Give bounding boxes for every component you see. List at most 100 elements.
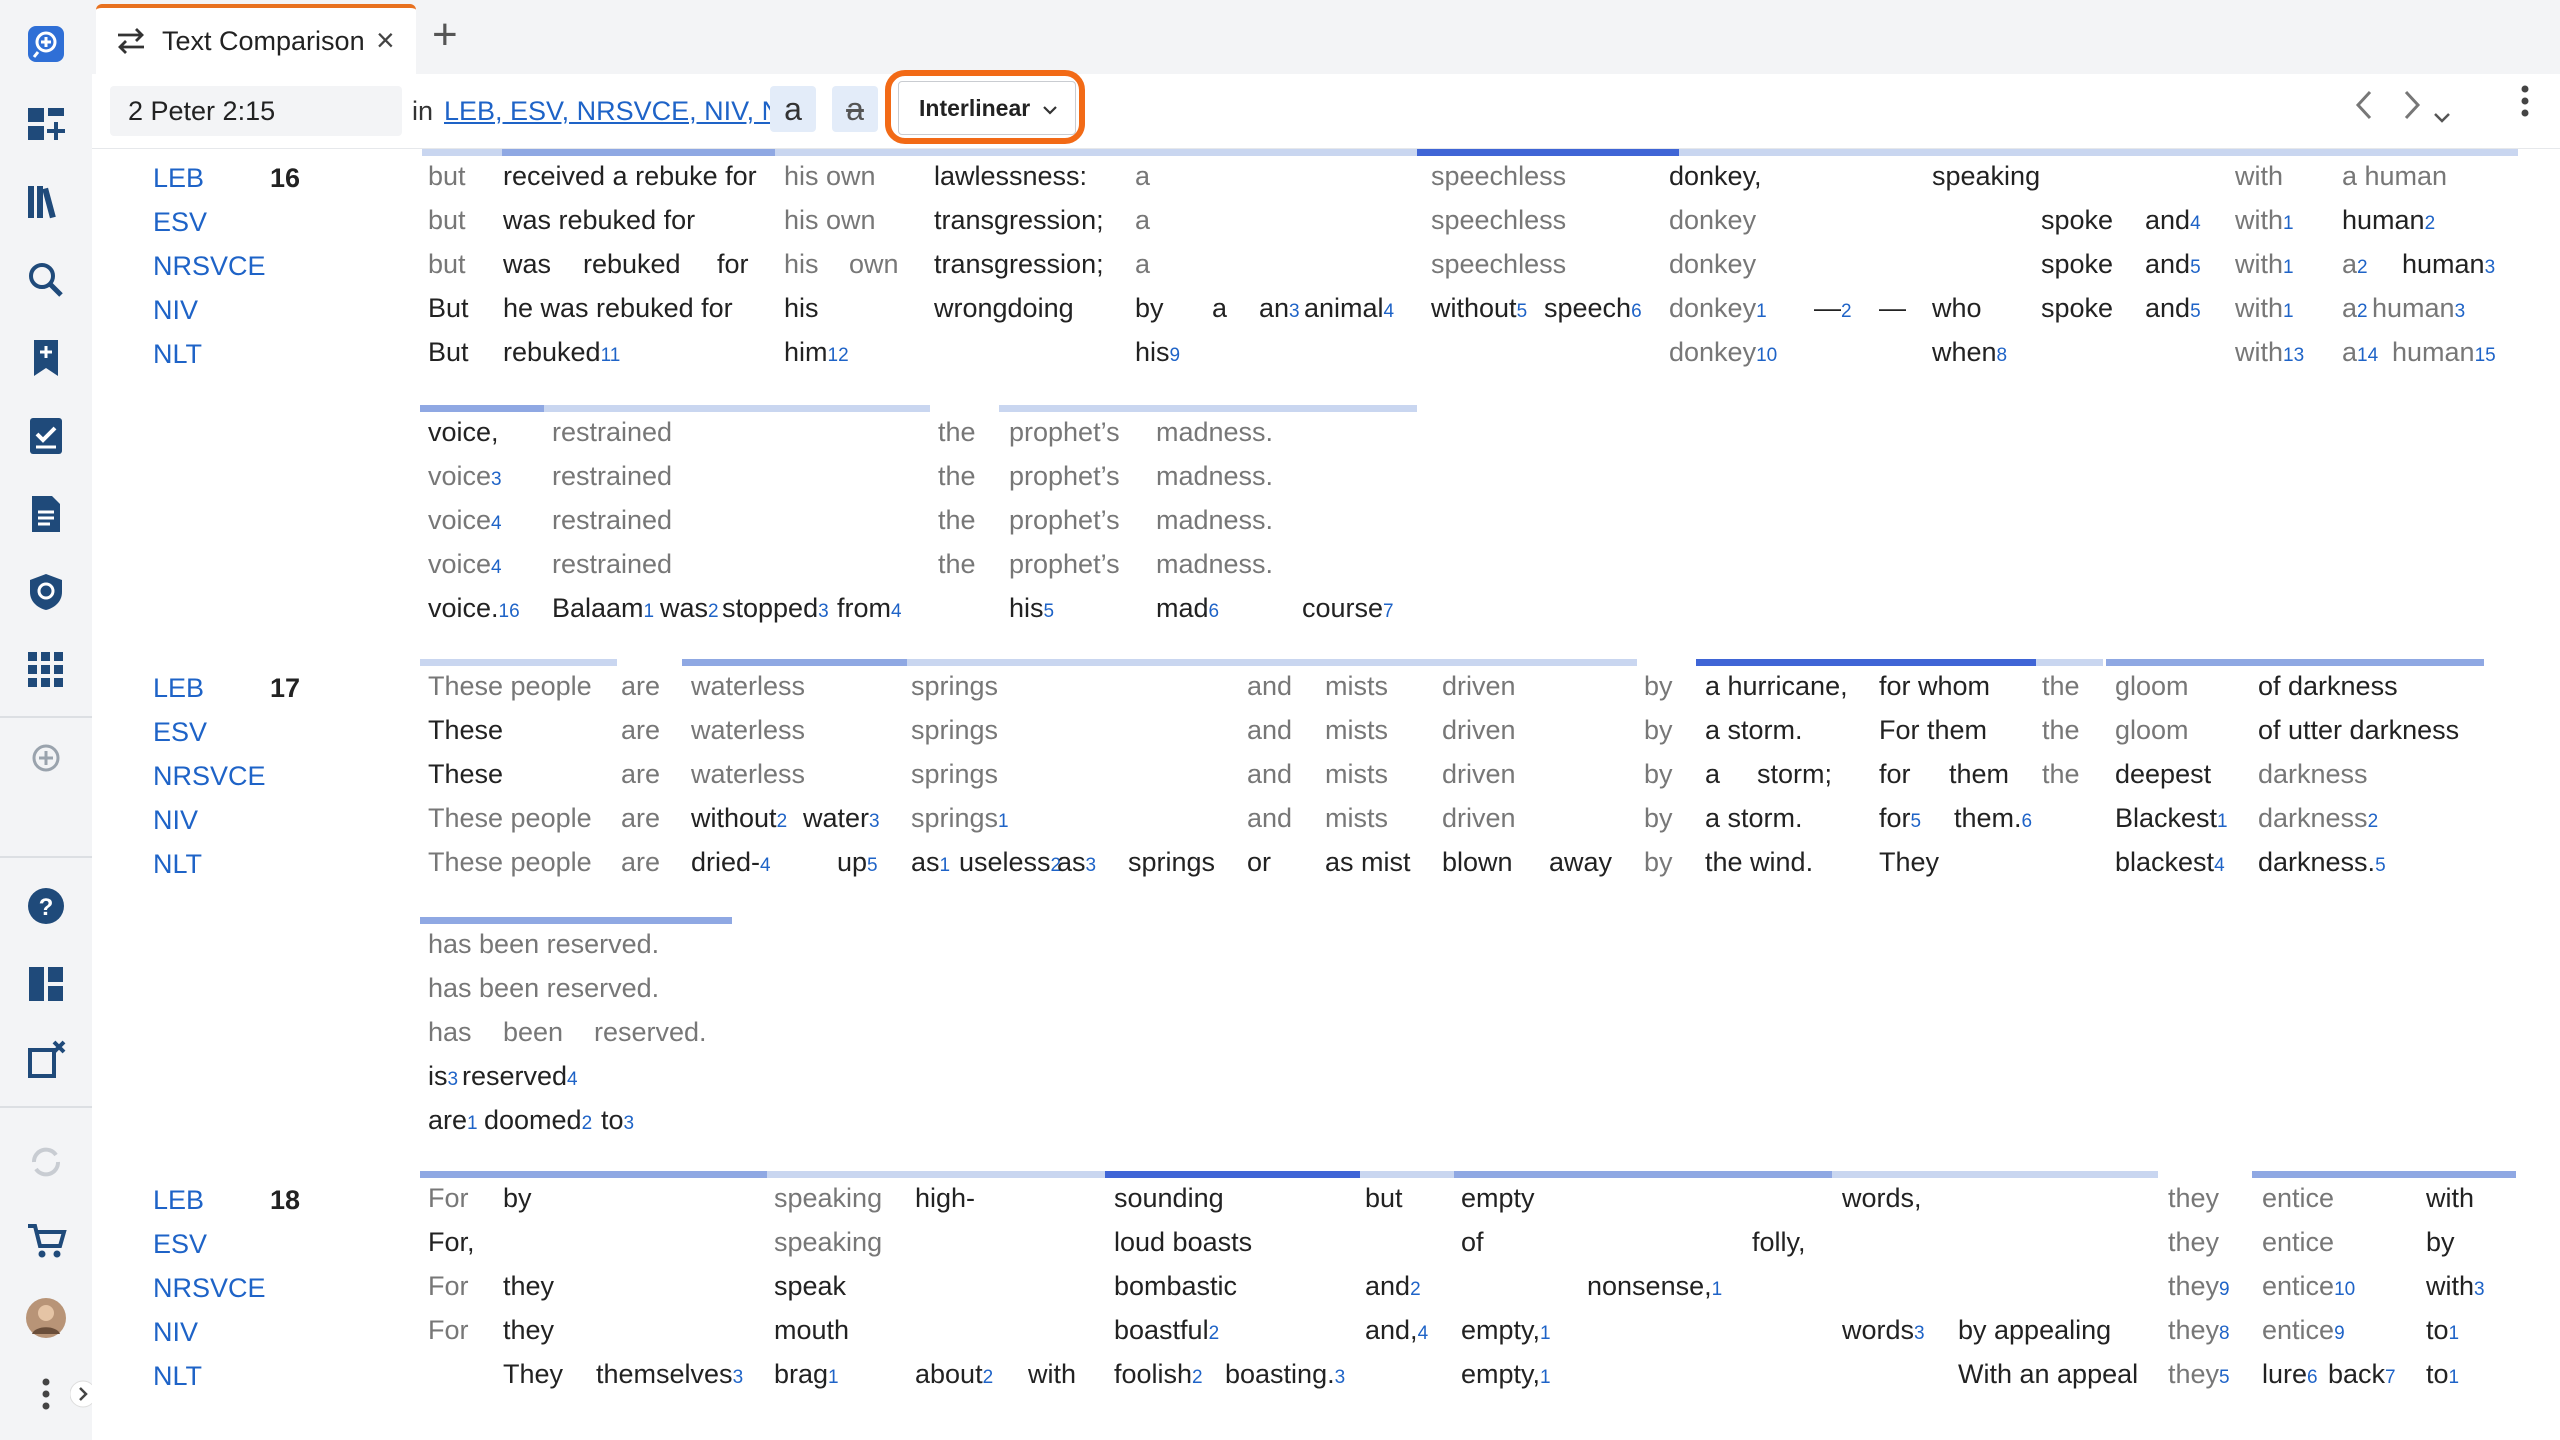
word[interactable]: back7 — [2328, 1357, 2396, 1395]
word[interactable]: These people — [428, 845, 592, 879]
version-label-leb[interactable]: LEB — [153, 1185, 204, 1216]
word[interactable]: the — [2042, 713, 2080, 747]
word[interactable]: boasting.3 — [1225, 1357, 1345, 1395]
word[interactable]: they — [2168, 1181, 2219, 1215]
word[interactable]: for — [717, 247, 749, 281]
word[interactable]: them — [1949, 757, 2009, 791]
word[interactable]: speechless — [1431, 247, 1566, 281]
word[interactable]: words, — [1842, 1181, 1922, 1215]
word[interactable]: springs — [911, 757, 998, 791]
word[interactable]: prophet’s — [1009, 547, 1120, 581]
apps-grid-icon[interactable] — [22, 646, 70, 694]
word[interactable]: springs — [911, 713, 998, 747]
word[interactable]: speechless — [1431, 203, 1566, 237]
word[interactable]: nonsense,1 — [1587, 1269, 1722, 1307]
word[interactable]: prophet’s — [1009, 459, 1120, 493]
help-icon[interactable]: ? — [22, 882, 70, 930]
word[interactable]: are — [621, 713, 660, 747]
word[interactable]: an3 — [1259, 291, 1300, 329]
versions-link[interactable]: LEB, ESV, NRSVCE, NIV, NLT — [444, 96, 811, 127]
word[interactable]: a2 — [2342, 247, 2368, 285]
word[interactable]: driven — [1442, 757, 1516, 791]
word[interactable]: mists — [1325, 669, 1388, 703]
version-label-niv[interactable]: NIV — [153, 295, 198, 326]
reference-input[interactable]: 2 Peter 2:15 — [110, 86, 402, 136]
word[interactable]: dried-4 — [691, 845, 771, 883]
word[interactable]: as mist — [1325, 845, 1411, 879]
word[interactable]: by appealing — [1958, 1313, 2111, 1347]
word[interactable]: These people — [428, 669, 592, 703]
word[interactable]: donkey1 — [1669, 291, 1767, 329]
word[interactable]: and — [1247, 669, 1292, 703]
word[interactable]: they — [503, 1269, 554, 1303]
word[interactable]: lawlessness: — [934, 159, 1087, 193]
word[interactable]: But — [428, 291, 469, 325]
word[interactable]: for whom — [1879, 669, 1990, 703]
word[interactable]: driven — [1442, 801, 1516, 835]
word[interactable]: voice4 — [428, 547, 502, 585]
word[interactable]: spoke — [2041, 203, 2113, 237]
word[interactable]: voice4 — [428, 503, 502, 541]
word[interactable]: speaking — [1932, 159, 2040, 193]
word[interactable]: has — [428, 1015, 472, 1049]
new-tab-button[interactable]: + — [432, 10, 458, 60]
word[interactable]: they8 — [2168, 1313, 2230, 1351]
word[interactable]: madness. — [1156, 415, 1273, 449]
search-plus-icon[interactable] — [22, 20, 70, 68]
word[interactable]: Balaam1 — [552, 591, 654, 629]
word[interactable]: or — [1247, 845, 1271, 879]
word[interactable]: entice — [2262, 1225, 2334, 1259]
library-icon[interactable] — [22, 178, 70, 226]
word[interactable]: and5 — [2145, 291, 2201, 329]
word[interactable]: mouth — [774, 1313, 849, 1347]
word[interactable]: by — [1644, 713, 1673, 747]
word[interactable]: is3 — [428, 1059, 458, 1097]
word[interactable]: without2 — [691, 801, 787, 839]
word[interactable]: a human — [2342, 159, 2447, 193]
word[interactable]: springs1 — [911, 801, 1009, 839]
word[interactable]: and,4 — [1365, 1313, 1428, 1351]
word[interactable]: up5 — [837, 845, 878, 883]
word[interactable]: the — [938, 547, 976, 581]
word[interactable]: mists — [1325, 757, 1388, 791]
word[interactable]: foolish2 — [1114, 1357, 1203, 1395]
word[interactable]: spoke — [2041, 291, 2113, 325]
word[interactable]: a storm. — [1705, 713, 1803, 747]
word[interactable]: storm; — [1757, 757, 1832, 791]
version-label-nrsvce[interactable]: NRSVCE — [153, 1273, 266, 1304]
word[interactable]: reserved. — [594, 1015, 707, 1049]
word[interactable]: prophet’s — [1009, 415, 1120, 449]
word[interactable]: wrongdoing — [934, 291, 1074, 325]
word[interactable]: they9 — [2168, 1269, 2230, 1307]
word[interactable]: prophet’s — [1009, 503, 1120, 537]
word[interactable]: restrained — [552, 503, 672, 537]
word[interactable]: a — [1705, 757, 1720, 791]
word[interactable]: they — [2168, 1225, 2219, 1259]
word[interactable]: by — [1644, 669, 1673, 703]
word[interactable]: his9 — [1135, 335, 1180, 373]
word[interactable]: by — [1135, 291, 1164, 325]
word[interactable]: gloom — [2115, 713, 2189, 747]
word[interactable]: useless2 — [959, 845, 1061, 883]
word[interactable]: his — [784, 247, 819, 281]
word[interactable]: darkness — [2258, 757, 2368, 791]
word[interactable]: the — [2042, 669, 2080, 703]
word[interactable]: bombastic — [1114, 1269, 1237, 1303]
word[interactable]: words3 — [1842, 1313, 1925, 1351]
word[interactable]: him12 — [784, 335, 849, 373]
word[interactable]: his own — [784, 203, 876, 237]
add-circle-icon[interactable] — [22, 734, 70, 782]
word[interactable]: course7 — [1302, 591, 1394, 629]
word[interactable]: springs — [1128, 845, 1215, 879]
version-label-leb[interactable]: LEB — [153, 673, 204, 704]
word[interactable]: blown — [1442, 845, 1513, 879]
word[interactable]: of utter darkness — [2258, 713, 2459, 747]
word[interactable]: reserved4 — [462, 1059, 578, 1097]
cart-icon[interactable] — [22, 1216, 70, 1264]
word[interactable]: for5 — [1879, 801, 1921, 839]
word[interactable]: he was rebuked for — [503, 291, 733, 325]
word[interactable]: darkness.5 — [2258, 845, 2386, 883]
word[interactable]: the — [2042, 757, 2080, 791]
sync-icon[interactable] — [22, 1138, 70, 1186]
word[interactable]: and — [1247, 801, 1292, 835]
